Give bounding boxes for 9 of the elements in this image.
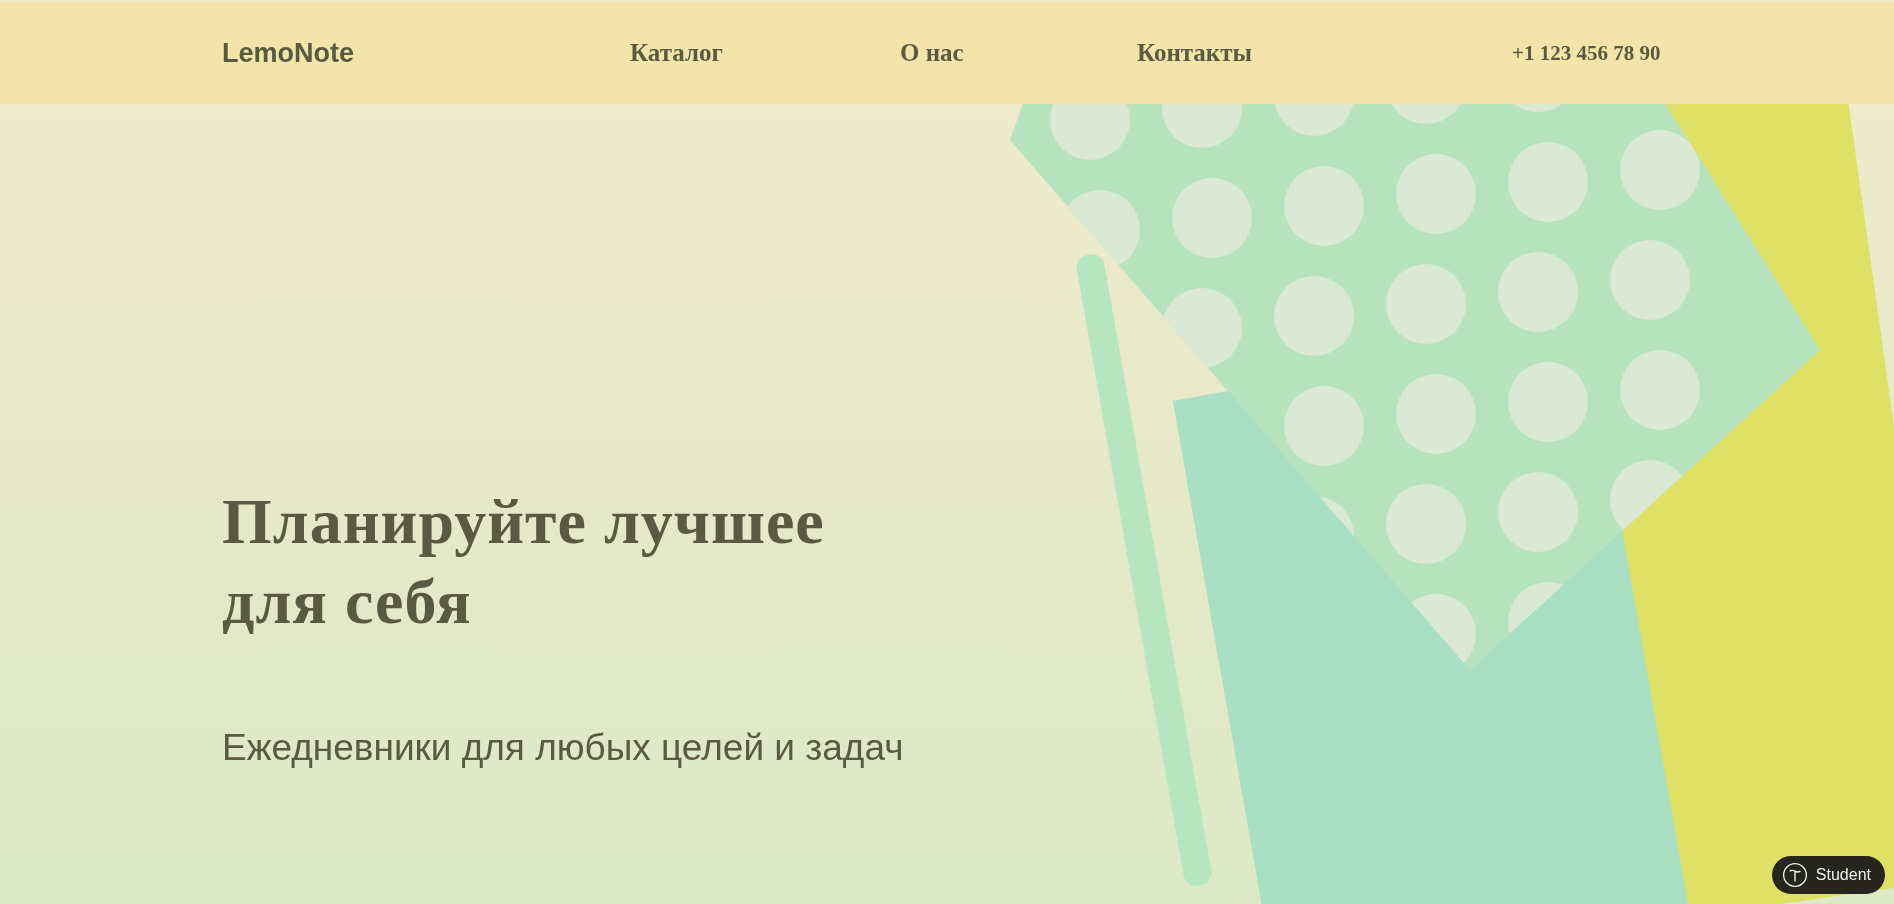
nav-link[interactable]: Контакты — [1137, 39, 1512, 67]
phone-number[interactable]: +1 123 456 78 90 — [1512, 40, 1661, 66]
hero-subtitle: Ежедневники для любых целей и задач — [222, 727, 905, 769]
logo[interactable]: LemoNote — [222, 37, 630, 69]
nav-link[interactable]: О нас — [900, 39, 1137, 67]
student-badge[interactable]: Student — [1771, 856, 1885, 894]
nav-link[interactable]: Каталог — [630, 39, 900, 67]
letter-t-icon — [1781, 862, 1808, 888]
hero-title: Планируйте лучшее для себя — [222, 485, 826, 639]
